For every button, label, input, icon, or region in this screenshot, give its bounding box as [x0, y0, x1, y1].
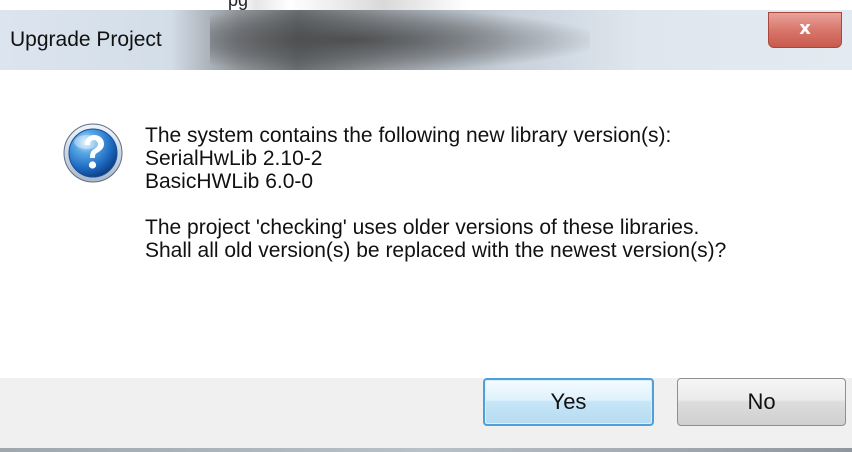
message-line-4: The project 'checking' uses older versio…: [145, 216, 700, 239]
message-line-5: Shall all old version(s) be replaced wit…: [145, 239, 727, 262]
dialog-content: The system contains the following new li…: [0, 70, 852, 378]
window-bottom-edge: [0, 448, 852, 452]
library-basichwlib: BasicHWLib 6.0-0: [145, 170, 314, 193]
no-button[interactable]: No: [677, 378, 846, 426]
message-line-1: The system contains the following new li…: [145, 124, 672, 147]
title-bar-background: [210, 10, 590, 70]
button-bar: Yes No: [0, 378, 852, 452]
yes-button[interactable]: Yes: [483, 378, 654, 426]
top-strip-text: pg: [228, 0, 249, 10]
title-bar[interactable]: Upgrade Project x: [0, 10, 852, 70]
message-text: The system contains the following new li…: [145, 124, 726, 262]
window-title: Upgrade Project: [10, 28, 162, 51]
top-strip: pg: [0, 0, 852, 10]
question-icon: [63, 123, 123, 183]
library-serialhwlib: SerialHwLib 2.10-2: [145, 147, 323, 170]
close-button[interactable]: x: [768, 12, 842, 48]
close-icon: x: [799, 18, 811, 39]
